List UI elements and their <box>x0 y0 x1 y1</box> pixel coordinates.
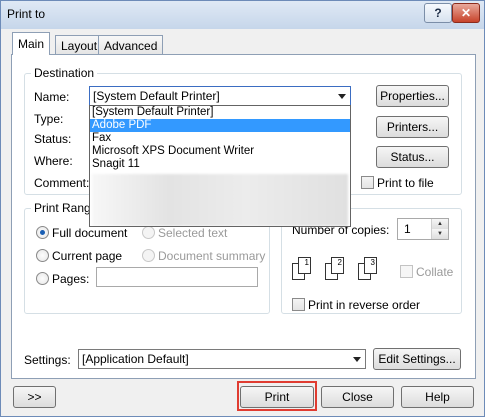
printer-dropdown-list: [System Default Printer] Adobe PDF Fax M… <box>89 105 351 227</box>
arrow-down-icon[interactable]: ▼ <box>432 229 448 239</box>
copies-spin-buttons: ▲ ▼ <box>431 219 448 239</box>
blurred-region <box>92 174 348 226</box>
copy-page-number: 3 <box>370 258 375 267</box>
full-document-label: Full document <box>52 226 128 240</box>
printer-option[interactable]: [System Default Printer] <box>90 106 350 119</box>
settings-label: Settings: <box>24 353 71 367</box>
copies-stepper[interactable]: 1 ▲ ▼ <box>397 218 449 240</box>
printer-option[interactable]: Fax <box>90 132 350 145</box>
reverse-order-checkbox[interactable] <box>292 298 305 311</box>
status-button[interactable]: Status... <box>376 146 449 168</box>
name-label: Name: <box>34 90 70 104</box>
copy-page-number: 1 <box>304 258 309 267</box>
chevron-down-icon <box>353 357 361 362</box>
copies-value: 1 <box>404 222 411 236</box>
selected-text-radio[interactable] <box>142 226 155 239</box>
expand-button[interactable]: >> <box>13 386 56 408</box>
type-label: Type: <box>34 112 64 126</box>
close-icon: ✕ <box>460 6 472 20</box>
selected-text-label: Selected text <box>158 226 228 240</box>
expand-icon: >> <box>27 390 42 404</box>
pages-input[interactable] <box>96 267 258 287</box>
tab-layout-label: Layout <box>61 38 98 53</box>
tab-advanced[interactable]: Advanced <box>98 35 164 55</box>
document-summary-radio[interactable] <box>142 249 155 262</box>
edit-settings-button[interactable]: Edit Settings... <box>373 348 461 370</box>
collate-checkbox[interactable] <box>400 265 413 278</box>
print-dialog: Print to ? ✕ Main Layout Advanced Destin… <box>0 0 485 417</box>
question-icon: ? <box>434 6 442 20</box>
window-title: Print to <box>7 7 46 21</box>
close-button[interactable]: Close <box>321 386 394 408</box>
title-help-button[interactable]: ? <box>424 3 452 23</box>
where-label: Where: <box>34 154 73 168</box>
pages-label: Pages: <box>52 272 90 286</box>
tab-main-label: Main <box>18 37 45 51</box>
full-document-radio[interactable] <box>36 226 49 239</box>
settings-value: [Application Default] <box>82 352 189 366</box>
copy-page-icon: 2 <box>331 257 344 274</box>
properties-button-label: Properties... <box>380 89 445 103</box>
comment-label: Comment: <box>34 176 90 190</box>
help-button-label: Help <box>425 390 450 404</box>
chevron-down-icon <box>338 94 346 99</box>
printer-name-value: [System Default Printer] <box>93 89 220 103</box>
printer-option[interactable]: Snagit 11 <box>90 158 350 171</box>
title-close-button[interactable]: ✕ <box>452 3 480 23</box>
status-button-label: Status... <box>390 150 435 164</box>
edit-settings-label: Edit Settings... <box>378 352 456 366</box>
tab-advanced-label: Advanced <box>104 38 158 53</box>
status-label: Status: <box>34 132 72 146</box>
tab-layout[interactable]: Layout <box>55 35 104 55</box>
tab-main[interactable]: Main <box>12 32 51 55</box>
close-button-label: Close <box>342 390 373 404</box>
properties-button[interactable]: Properties... <box>376 85 449 107</box>
printer-option-selected[interactable]: Adobe PDF <box>90 119 350 132</box>
arrow-up-icon[interactable]: ▲ <box>432 219 448 229</box>
print-to-file-label: Print to file <box>377 176 434 190</box>
print-to-file-checkbox[interactable] <box>361 176 374 189</box>
pages-radio[interactable] <box>36 272 49 285</box>
help-button[interactable]: Help <box>401 386 474 408</box>
printers-button-label: Printers... <box>386 120 439 134</box>
destination-legend: Destination <box>31 66 98 80</box>
reverse-order-label: Print in reverse order <box>308 298 421 312</box>
current-page-label: Current page <box>52 249 123 263</box>
title-bar[interactable]: Print to ? ✕ <box>1 1 484 29</box>
current-page-radio[interactable] <box>36 249 49 262</box>
copy-page-icon: 3 <box>364 257 377 274</box>
printer-name-select[interactable]: [System Default Printer] <box>89 86 351 106</box>
copy-page-icon: 1 <box>298 257 311 274</box>
settings-select[interactable]: [Application Default] <box>78 349 366 369</box>
printers-button[interactable]: Printers... <box>376 116 449 138</box>
collate-label: Collate <box>416 265 454 279</box>
document-summary-label: Document summary <box>158 249 266 263</box>
copy-page-number: 2 <box>337 258 342 267</box>
print-button-highlight <box>237 381 317 411</box>
printer-option[interactable]: Microsoft XPS Document Writer <box>90 145 350 158</box>
